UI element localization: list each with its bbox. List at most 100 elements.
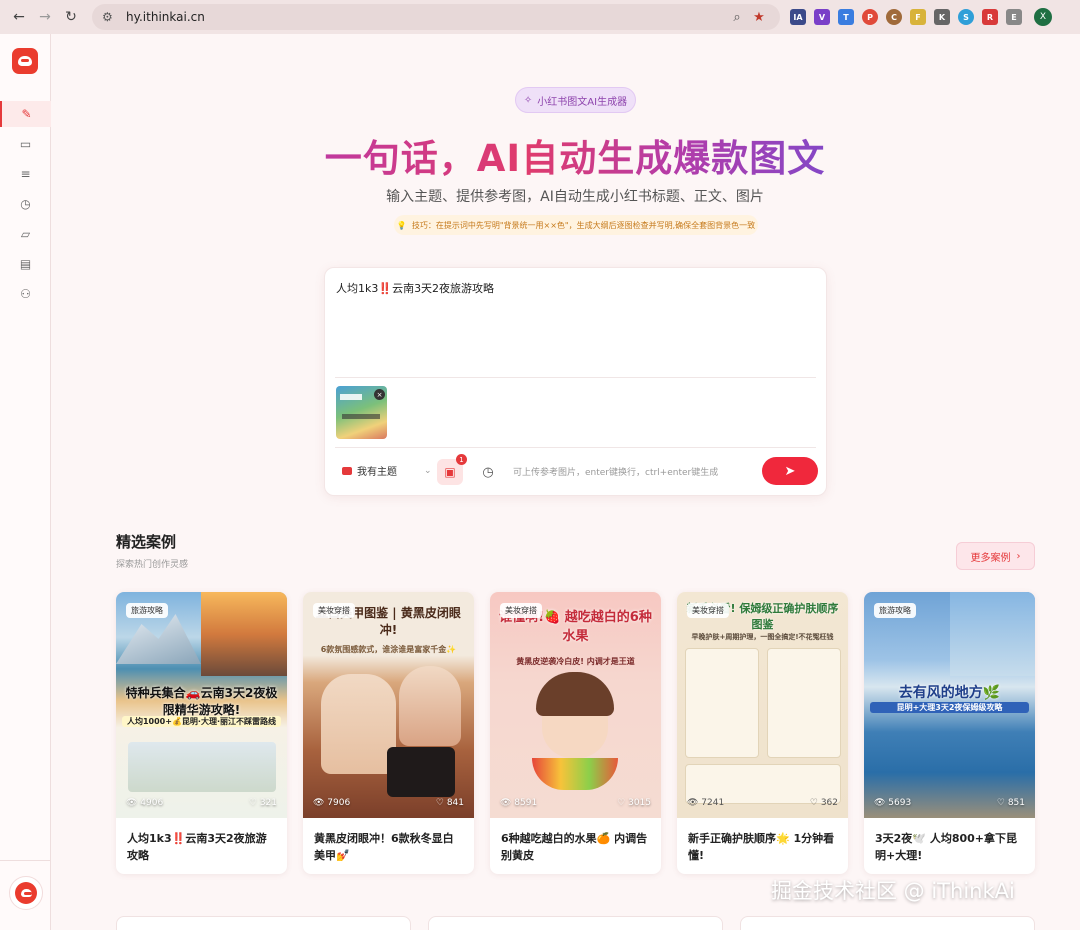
history-button[interactable]: ◷ (475, 459, 501, 485)
case-title: 3天2夜🕊️ 人均800+拿下昆明+大理! (875, 832, 1018, 862)
case-image: 特种兵集合🚗云南3天2夜极限精华游攻略! 人均1000+💰昆明·大理·丽江不踩雷… (116, 592, 287, 818)
bookmark-star-icon[interactable]: ★ (748, 10, 770, 25)
remove-image-icon[interactable]: × (374, 389, 385, 400)
extension-icon[interactable]: S (958, 9, 974, 25)
sidebar-item-documents[interactable]: ▤ (0, 251, 51, 277)
chevron-right-icon: › (1016, 550, 1021, 562)
send-button[interactable]: ➤ (762, 457, 818, 485)
bottom-panel (428, 916, 723, 930)
category-tag: 旅游攻略 (874, 603, 916, 618)
forward-icon[interactable]: → (34, 6, 56, 28)
card-stats: 👁 4906 ♡ 321 (116, 798, 287, 808)
sidebar-item-users[interactable]: ⚇ (0, 281, 51, 307)
profile-avatar[interactable]: X (1034, 8, 1052, 26)
category-tag: 美妆穿搭 (687, 603, 729, 618)
user-avatar[interactable] (9, 876, 43, 910)
reference-image-thumbnail[interactable]: × (336, 386, 387, 439)
chevron-down-icon: ⌄ (424, 465, 432, 476)
app-logo[interactable] (12, 48, 38, 74)
theme-icon (342, 466, 352, 475)
case-card[interactable]: 谁懂啊!🍓 越吃越白的6种水果 黄黑皮逆袭冷白皮! 内调才是王道 美妆穿搭 👁 … (490, 592, 661, 874)
clock-icon: ◷ (482, 464, 494, 480)
extension-icon[interactable]: F (910, 9, 926, 25)
case-title: 新手正确护肤顺序🌟 1分钟看懂! (688, 832, 835, 862)
upload-image-button[interactable]: ▣ 1 (437, 454, 467, 485)
case-card[interactable]: 显白美甲图鉴 | 黄黑皮闭眼冲! 6款氛围感款式，谁涂谁是富家千金✨ 美妆穿搭 … (303, 592, 474, 874)
view-count: 7241 (701, 798, 725, 808)
card-stats: 👁 5693 ♡ 851 (864, 798, 1035, 808)
case-image: 去有风的地方🌿 昆明+大理3天2夜保姆级攻略 旅游攻略 👁 5693 ♡ 851 (864, 592, 1035, 818)
view-count: 8591 (514, 798, 538, 808)
like-count: 362 (820, 798, 838, 808)
case-title: 人均1k3‼️云南3天2夜旅游攻略 (127, 832, 267, 862)
image-subline: 黄黑皮逆袭冷白皮! 内调才是王道 (516, 657, 635, 666)
extension-icon[interactable]: C (886, 9, 902, 25)
case-card[interactable]: 特种兵集合🚗云南3天2夜极限精华游攻略! 人均1000+💰昆明·大理·丽江不踩雷… (116, 592, 287, 874)
badge-label: 小红书图文AI生成器 (537, 96, 628, 108)
eye-icon: 👁 (126, 798, 141, 808)
zoom-icon[interactable]: ⌕ (726, 10, 748, 25)
theme-select-label: 我有主题 (357, 467, 397, 478)
site-settings-icon[interactable]: ⚙ (102, 10, 120, 24)
prompt-input[interactable]: 人均1k3‼️云南3天2夜旅游攻略 (336, 280, 494, 296)
extension-icon[interactable]: P (862, 9, 878, 25)
sidebar-divider (0, 860, 51, 861)
composer-hint: 可上传参考图片，enter键换行，ctrl+enter键生成 (513, 468, 719, 478)
like-count: 851 (1007, 798, 1025, 808)
case-title: 6种越吃越白的水果🍊 内调告别黄皮 (501, 832, 648, 862)
page-subtitle: 输入主题、提供参考图，AI自动生成小红书标题、正文、图片 (386, 189, 764, 205)
case-card[interactable]: 去有风的地方🌿 昆明+大理3天2夜保姆级攻略 旅游攻略 👁 5693 ♡ 851… (864, 592, 1035, 874)
theme-select[interactable]: 我有主题 ⌄ (342, 463, 432, 478)
folder-icon: ▱ (20, 227, 31, 241)
extensions-puzzle-icon[interactable]: E (1006, 9, 1022, 25)
extension-icon[interactable]: K (934, 9, 950, 25)
sidebar-item-create[interactable]: ✎ (0, 101, 51, 127)
category-tag: 美妆穿搭 (313, 603, 355, 618)
view-count: 4906 (140, 798, 164, 808)
extension-icon[interactable]: R (982, 9, 998, 25)
bottom-panel (740, 916, 1035, 930)
like-count: 321 (259, 798, 277, 808)
featured-title: 精选案例 (116, 533, 177, 551)
url-text[interactable]: hy.ithinkai.cn (126, 10, 726, 24)
more-cases-button[interactable]: 更多案例 › (956, 542, 1035, 570)
card-stats: 👁 7241 ♡ 362 (677, 798, 848, 808)
users-icon: ⚇ (20, 287, 31, 301)
logo-face-icon (18, 56, 32, 66)
hero: 一句话，AI自动生成爆款图文 (0, 128, 1080, 182)
case-image: 新手必看! 保姆级正确护肤顺序图鉴 早晚护肤+周期护理，一图全搞定!不花冤枉钱 … (677, 592, 848, 818)
view-count: 7906 (327, 798, 351, 808)
extension-icon[interactable]: V (814, 9, 830, 25)
heart-icon: ♡ (996, 798, 1008, 808)
composer-divider (335, 377, 816, 378)
extension-icon[interactable]: T (838, 9, 854, 25)
reload-icon[interactable]: ↻ (60, 6, 82, 28)
extension-icon[interactable]: IA (790, 9, 806, 25)
image-subline: 昆明+大理3天2夜保姆级攻略 (870, 702, 1029, 713)
generator-badge: ✧ 小红书图文AI生成器 (515, 87, 636, 113)
card-stats: 👁 7906 ♡ 841 (303, 798, 474, 808)
heart-icon: ♡ (248, 798, 260, 808)
heart-icon: ♡ (809, 798, 821, 808)
image-subline: 6款氛围感款式，谁涂谁是富家千金✨ (320, 645, 457, 654)
address-bar[interactable]: ⚙ hy.ithinkai.cn ⌕ ★ (92, 4, 780, 30)
image-subline: 早晚护肤+周期护理，一图全搞定!不花冤枉钱 (691, 633, 834, 641)
bottom-panel (116, 916, 411, 930)
tip-banner: 💡 技巧：在提示词中先写明"背景统一用××色"，生成大纲后逐图检查并写明,确保全… (394, 215, 758, 235)
category-tag: 旅游攻略 (126, 603, 168, 618)
case-card[interactable]: 新手必看! 保姆级正确护肤顺序图鉴 早晚护肤+周期护理，一图全搞定!不花冤枉钱 … (677, 592, 848, 874)
browser-toolbar: ← → ↻ ⚙ hy.ithinkai.cn ⌕ ★ IA V T P C F … (0, 0, 1080, 34)
document-icon: ▤ (19, 257, 32, 271)
back-icon[interactable]: ← (8, 6, 30, 28)
case-image: 显白美甲图鉴 | 黄黑皮闭眼冲! 6款氛围感款式，谁涂谁是富家千金✨ 美妆穿搭 … (303, 592, 474, 818)
like-count: 3015 (628, 798, 651, 808)
like-count: 841 (446, 798, 464, 808)
image-count-badge: 1 (456, 454, 467, 465)
heart-icon: ♡ (617, 798, 629, 808)
sidebar-item-folder[interactable]: ▱ (0, 221, 51, 247)
avatar-logo-icon (15, 882, 37, 904)
composer-divider (335, 447, 816, 448)
image-subline: 人均1000+💰昆明·大理·丽江不踩雷路线 (122, 716, 281, 727)
more-cases-label: 更多案例 (970, 552, 1011, 564)
image-headline: 去有风的地方🌿 (898, 685, 1001, 701)
